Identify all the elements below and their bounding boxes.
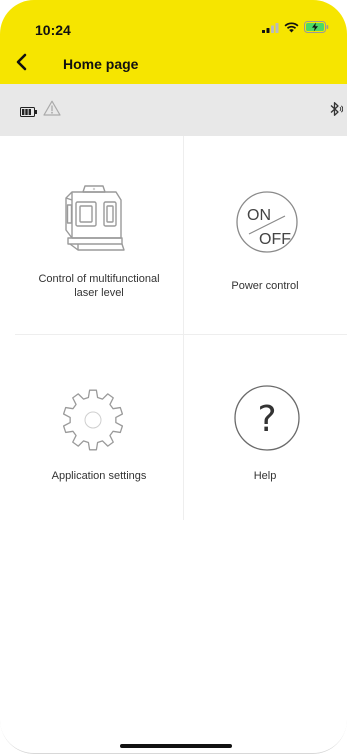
help-symbol: ? xyxy=(257,399,276,440)
charging-battery-icon xyxy=(304,20,329,38)
home-indicator[interactable] xyxy=(120,744,232,748)
tile-label: Control of multifunctional laser level xyxy=(38,273,160,299)
tile-label: Power control xyxy=(231,280,299,292)
bluetooth-icon[interactable] xyxy=(329,101,344,122)
status-bar: 10:24 xyxy=(0,0,347,44)
menu-grid: Control of multifunctional laser level O… xyxy=(15,136,347,520)
cellular-signal-icon xyxy=(262,20,279,38)
tile-power-control[interactable]: ON OFF Power control xyxy=(183,136,347,334)
chevron-left-icon xyxy=(15,53,29,76)
off-text: OFF xyxy=(259,231,291,248)
power-on-off-icon: ON OFF xyxy=(235,190,299,259)
tile-label: Help xyxy=(253,470,277,482)
device-status-strip xyxy=(0,84,347,136)
on-text: ON xyxy=(247,207,271,224)
tile-application-settings[interactable]: Application settings xyxy=(15,334,183,520)
tile-label: Application settings xyxy=(51,470,147,482)
page-title: Home page xyxy=(63,56,139,72)
wifi-icon xyxy=(284,20,299,38)
warning-triangle-icon xyxy=(43,100,61,121)
tile-laser-level-control[interactable]: Control of multifunctional laser level xyxy=(15,136,183,334)
status-time: 10:24 xyxy=(35,22,71,38)
help-icon: ? xyxy=(233,384,301,457)
back-button[interactable] xyxy=(10,52,34,76)
tile-help[interactable]: ? Help xyxy=(183,334,347,520)
laser-level-icon xyxy=(58,178,130,261)
gear-icon xyxy=(60,387,126,458)
nav-bar: Home page xyxy=(0,44,347,84)
device-battery-icon xyxy=(20,104,38,122)
app-screen: 10:24 Home page Control of multifunction… xyxy=(0,0,347,754)
status-icons xyxy=(262,20,329,38)
